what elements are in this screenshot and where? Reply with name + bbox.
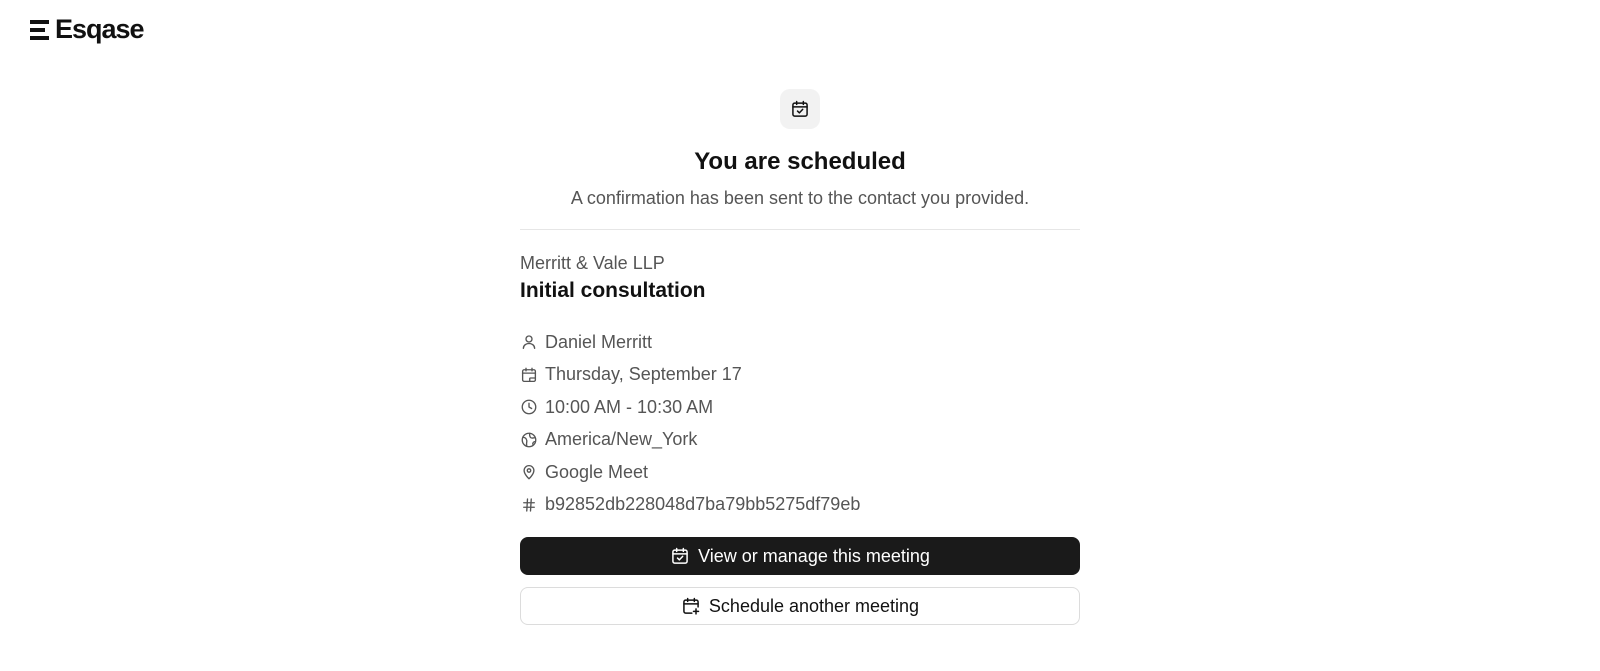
detail-date: Thursday, September 17 [520, 359, 1080, 392]
meeting-date: Thursday, September 17 [545, 364, 742, 385]
booking-id: b92852db228048d7ba79bb5275df79eb [545, 494, 861, 515]
confirmation-panel: You are scheduled A confirmation has bee… [520, 89, 1080, 625]
logo-mark-icon [30, 19, 49, 40]
calendar-check-icon [780, 89, 820, 129]
detail-time: 10:00 AM - 10:30 AM [520, 391, 1080, 424]
map-pin-icon [520, 463, 538, 481]
calendar-plus-icon [681, 596, 701, 616]
brand-name: Esqase [55, 14, 145, 44]
user-icon [520, 333, 538, 351]
meeting-details: Daniel Merritt Thursday, September 17 10… [520, 326, 1080, 521]
detail-host: Daniel Merritt [520, 326, 1080, 359]
meeting-location: Google Meet [545, 461, 649, 482]
schedule-another-label: Schedule another meeting [708, 595, 920, 616]
brand-logo[interactable]: Esqase [30, 14, 145, 44]
divider [520, 229, 1080, 230]
organization-name: Merritt & Vale LLP [520, 253, 665, 273]
detail-location: Google Meet [520, 456, 1080, 489]
detail-timezone: America/New_York [520, 424, 1080, 457]
detail-booking-id: b92852db228048d7ba79bb5275df79eb [520, 489, 1080, 522]
meeting-timezone: America/New_York [545, 429, 698, 450]
manage-meeting-button[interactable]: View or manage this meeting [520, 537, 1080, 575]
schedule-another-button[interactable]: Schedule another meeting [520, 587, 1080, 625]
host-name: Daniel Merritt [545, 331, 653, 352]
clock-icon [520, 398, 538, 416]
confirmation-subtitle: A confirmation has been sent to the cont… [570, 188, 1030, 208]
calendar-icon [520, 366, 538, 384]
manage-meeting-label: View or manage this meeting [698, 545, 930, 566]
meeting-time: 10:00 AM - 10:30 AM [545, 396, 714, 417]
globe-icon [520, 431, 538, 449]
confirmation-title: You are scheduled [694, 148, 906, 175]
calendar-check-icon [670, 546, 690, 566]
hash-icon [520, 496, 538, 514]
event-name: Initial consultation [520, 279, 706, 302]
